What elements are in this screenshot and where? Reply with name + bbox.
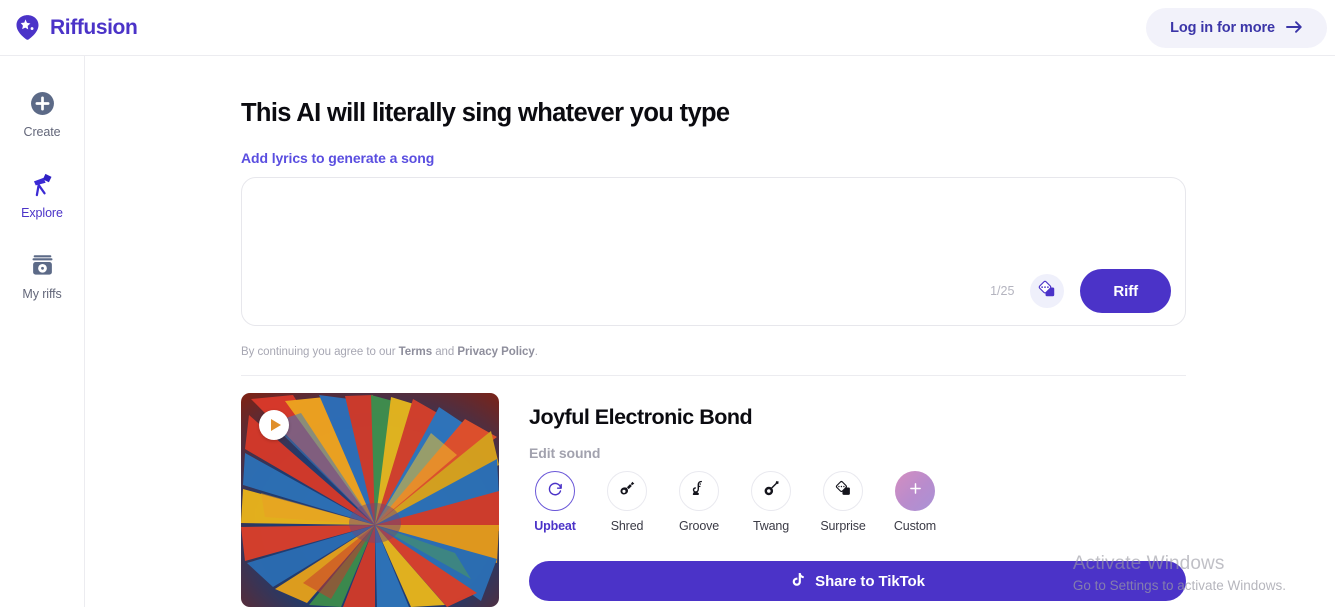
login-button[interactable]: Log in for more <box>1146 8 1327 48</box>
refresh-icon <box>547 480 564 502</box>
style-circle <box>607 471 647 511</box>
dice-icon <box>1038 280 1057 302</box>
telescope-icon <box>29 171 56 198</box>
lyrics-compose-card: 1/25 Riff <box>241 177 1186 326</box>
banjo-icon <box>763 480 780 502</box>
page-title: This AI will literally sing whatever you… <box>241 99 730 127</box>
sidebar-item-my-riffs[interactable]: My riffs <box>7 252 77 301</box>
char-counter: 1/25 <box>990 284 1015 298</box>
plus-icon <box>907 480 924 502</box>
section-divider <box>241 375 1186 376</box>
style-option-custom[interactable]: Custom <box>889 471 941 533</box>
style-option-groove[interactable]: Groove <box>673 471 725 533</box>
sidebar-item-label: Explore <box>21 206 63 220</box>
style-circle <box>895 471 935 511</box>
style-label: Custom <box>893 519 937 533</box>
plus-circle-icon <box>30 90 55 117</box>
style-label: Upbeat <box>534 519 576 533</box>
riff-button[interactable]: Riff <box>1080 269 1171 313</box>
terms-notice: By continuing you agree to our Terms and… <box>241 346 538 358</box>
share-to-tiktok-label: Share to TikTok <box>815 572 925 590</box>
song-title: Joyful Electronic Bond <box>529 405 753 429</box>
shuffle-lyrics-button[interactable] <box>1030 274 1065 308</box>
privacy-policy-link[interactable]: Privacy Policy <box>457 346 534 358</box>
terms-suffix: . <box>534 346 538 358</box>
terms-link[interactable]: Terms <box>399 346 432 358</box>
style-option-upbeat[interactable]: Upbeat <box>529 471 581 533</box>
style-circle <box>823 471 863 511</box>
sidebar-item-label: Create <box>23 125 61 139</box>
tiktok-icon <box>790 571 806 592</box>
saxophone-icon <box>691 480 708 502</box>
style-label: Groove <box>678 519 720 533</box>
style-label: Twang <box>752 519 790 533</box>
style-option-surprise[interactable]: Surprise <box>817 471 869 533</box>
terms-prefix: By continuing you agree to our <box>241 346 399 358</box>
compose-footer: 1/25 Riff <box>990 269 1171 313</box>
guitar-icon <box>619 480 636 502</box>
app-header: Riffusion Log in for more <box>0 0 1335 56</box>
riffusion-logo-icon <box>14 14 41 41</box>
song-artwork[interactable] <box>241 393 499 607</box>
play-icon <box>270 419 281 431</box>
edit-sound-label[interactable]: Edit sound <box>529 445 600 461</box>
brand[interactable]: Riffusion <box>14 14 138 41</box>
style-circle <box>535 471 575 511</box>
dice-icon <box>835 480 852 502</box>
sidebar-item-explore[interactable]: Explore <box>7 171 77 220</box>
play-button[interactable] <box>259 410 289 440</box>
sidebar-item-label: My riffs <box>22 287 62 301</box>
terms-middle: and <box>432 346 458 358</box>
lyrics-input[interactable] <box>260 192 960 287</box>
style-option-twang[interactable]: Twang <box>745 471 797 533</box>
add-lyrics-link[interactable]: Add lyrics to generate a song <box>241 150 434 166</box>
style-circle <box>679 471 719 511</box>
sidebar: Create Explore My riffs <box>0 56 85 607</box>
login-button-label: Log in for more <box>1170 20 1275 36</box>
style-label: Surprise <box>820 519 866 533</box>
share-to-tiktok-button[interactable]: Share to TikTok <box>529 561 1186 601</box>
brand-name: Riffusion <box>50 15 138 39</box>
arrow-right-icon <box>1286 20 1303 37</box>
vinyl-record-icon <box>30 252 55 279</box>
sidebar-item-create[interactable]: Create <box>7 90 77 139</box>
style-circle <box>751 471 791 511</box>
main-content: This AI will literally sing whatever you… <box>86 56 1335 607</box>
style-option-shred[interactable]: Shred <box>601 471 653 533</box>
sound-style-list: Upbeat Shred Groove Twang Surprise Custo… <box>529 471 941 533</box>
style-label: Shred <box>610 519 644 533</box>
